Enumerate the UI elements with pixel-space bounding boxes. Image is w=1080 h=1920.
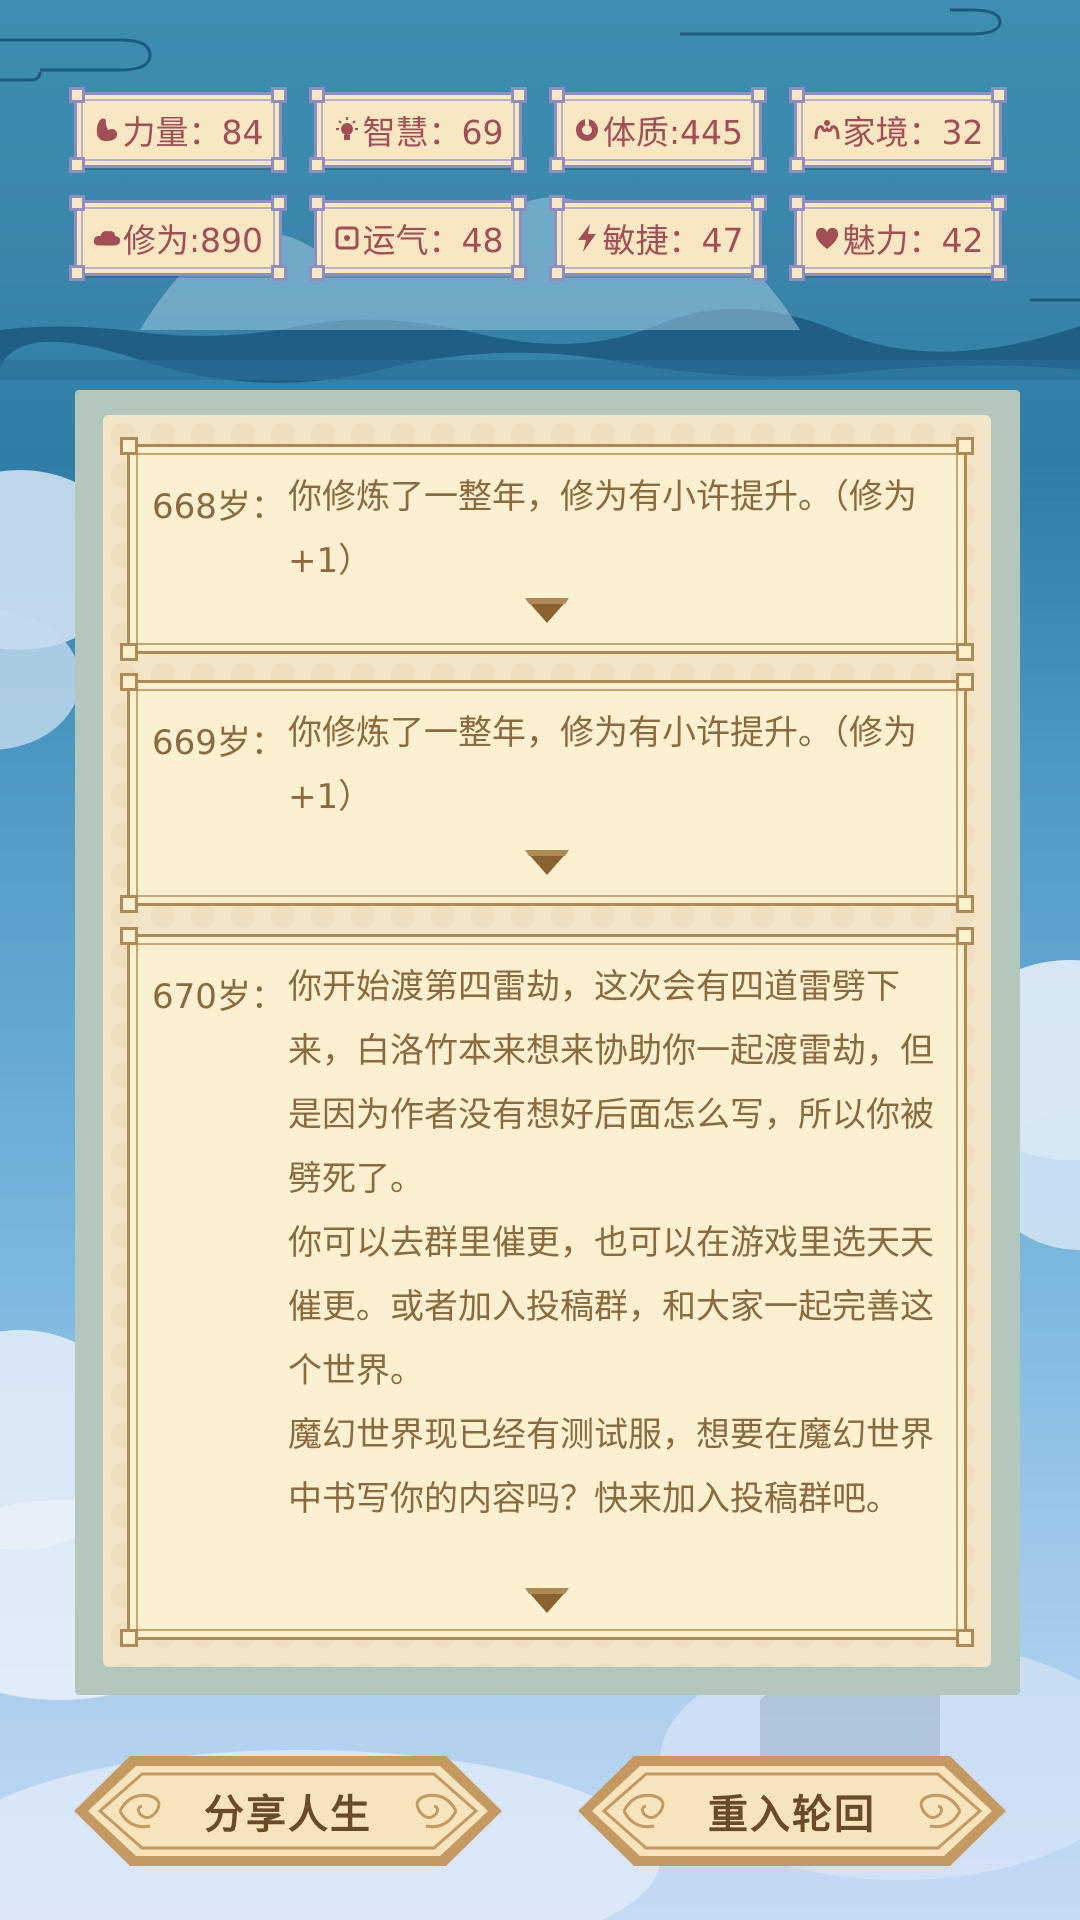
family-icon: [813, 115, 841, 145]
body-icon: [573, 115, 601, 145]
expand-arrow-icon[interactable]: [523, 595, 571, 625]
stat-luck: 运气：48: [309, 195, 527, 281]
entry-text: 你开始渡第四雷劫，这次会有四道雷劈下来，白洛竹本来想来协助你一起渡雷劫，但是因为…: [288, 967, 934, 1519]
lightning-icon: [573, 223, 601, 253]
stat-strength: 力量：84: [69, 87, 287, 173]
expand-arrow-icon[interactable]: [523, 847, 571, 877]
restart-label: 重入轮回: [708, 1792, 876, 1838]
share-life-label: 分享人生: [204, 1792, 372, 1838]
entry-text: 你修炼了一整年，修为有小许提升。（修为+1）: [288, 477, 917, 581]
stat-wisdom: 智慧：69: [309, 87, 527, 173]
stat-agility: 敏捷：47: [549, 195, 767, 281]
share-life-button[interactable]: 分享人生: [70, 1752, 506, 1870]
log-entry: 668岁： 你修炼了一整年，修为有小许提升。（修为+1）: [120, 437, 974, 661]
cloud-icon: [93, 223, 121, 253]
expand-arrow-icon[interactable]: [523, 1585, 571, 1615]
bulb-icon: [333, 115, 361, 145]
stat-cultivation: 修为:890: [69, 195, 287, 281]
arm-icon: [93, 115, 121, 145]
luck-icon: [333, 223, 361, 253]
entry-text: 你修炼了一整年，修为有小许提升。（修为+1）: [288, 713, 917, 817]
entry-age: 668岁：: [152, 487, 285, 527]
log-entry: 670岁： 你开始渡第四雷劫，这次会有四道雷劈下来，白洛竹本来想来协助你一起渡雷…: [120, 927, 974, 1647]
restart-button[interactable]: 重入轮回: [574, 1752, 1010, 1870]
entry-age: 670岁：: [152, 977, 285, 1017]
stat-charm: 魅力：42: [789, 195, 1007, 281]
stat-family: 家境：32: [789, 87, 1007, 173]
stat-constitution: 体质:445: [549, 87, 767, 173]
attributes-panel: 力量：84 智慧：69 体质:445 家境：32 修为:890 运气：48 敏捷…: [0, 0, 1080, 330]
heart-icon: [813, 223, 841, 253]
log-entry: 669岁： 你修炼了一整年，修为有小许提升。（修为+1）: [120, 673, 974, 913]
entry-age: 669岁：: [152, 723, 285, 763]
